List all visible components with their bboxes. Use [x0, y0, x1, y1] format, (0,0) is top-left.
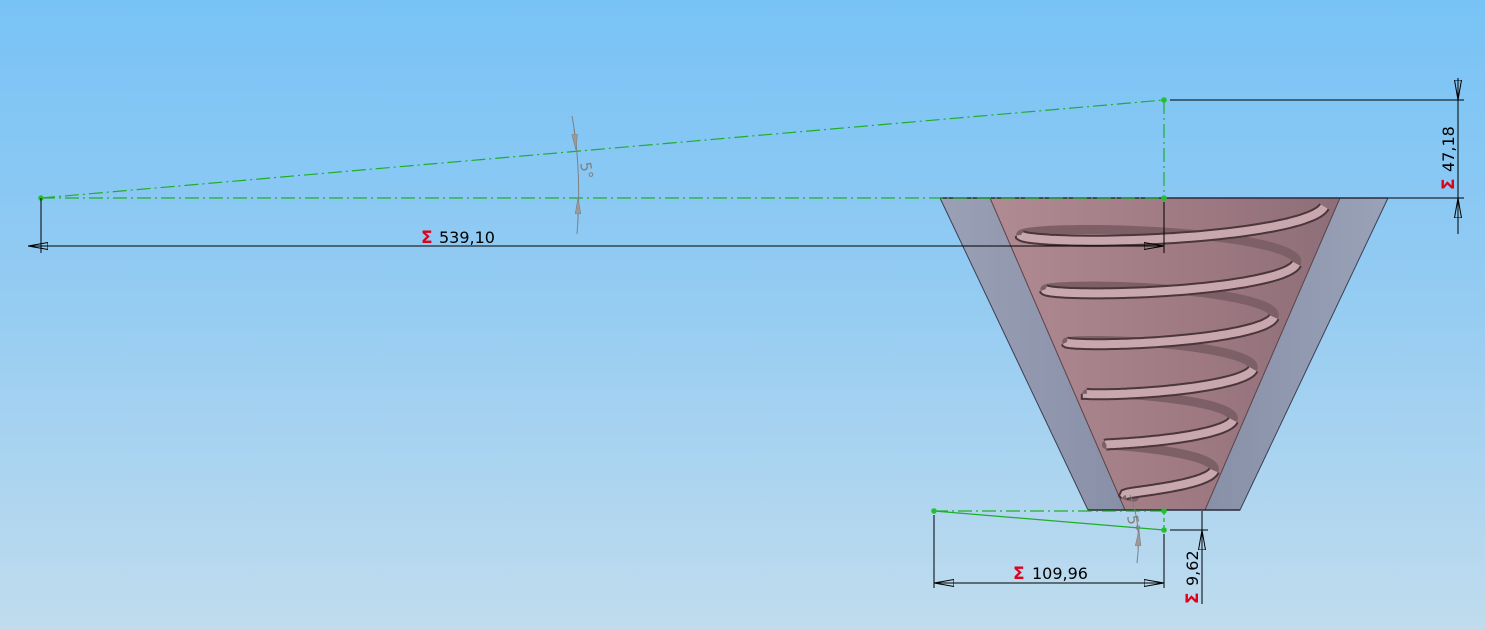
sketch-point[interactable] — [1161, 195, 1167, 201]
angle-value: 5° — [576, 161, 597, 181]
angle-value: 5° — [1123, 514, 1144, 534]
dimension-value: 47,18 — [1439, 126, 1458, 172]
sketch-point[interactable] — [1161, 508, 1167, 514]
dimension-top-angle[interactable]: 5° — [572, 115, 597, 235]
dimension-value: 109,96 — [1032, 564, 1088, 583]
sketch-point[interactable] — [1161, 97, 1167, 103]
driven-dimension-symbol: Σ — [1013, 564, 1025, 584]
driven-dimension-symbol: Σ — [421, 228, 433, 248]
driven-dimension-symbol: Σ — [1183, 592, 1203, 604]
cad-drawing[interactable]: Σ 539,10 Σ 47,18 5° Σ 109,96 Σ 9,62 5° — [0, 0, 1485, 630]
cad-viewport[interactable]: Σ 539,10 Σ 47,18 5° Σ 109,96 Σ 9,62 5° — [0, 0, 1485, 630]
dimension-value: 9,62 — [1183, 550, 1202, 586]
dimension-value: 539,10 — [439, 228, 495, 247]
sketch-point[interactable] — [1161, 527, 1167, 533]
top-sketch[interactable] — [40, 99, 1165, 199]
dimension-bottom-height[interactable]: Σ 9,62 — [1170, 511, 1208, 604]
sketch-line-top-slope[interactable] — [40, 99, 1165, 199]
driven-dimension-symbol: Σ — [1439, 178, 1459, 190]
sketch-point[interactable] — [931, 508, 937, 514]
